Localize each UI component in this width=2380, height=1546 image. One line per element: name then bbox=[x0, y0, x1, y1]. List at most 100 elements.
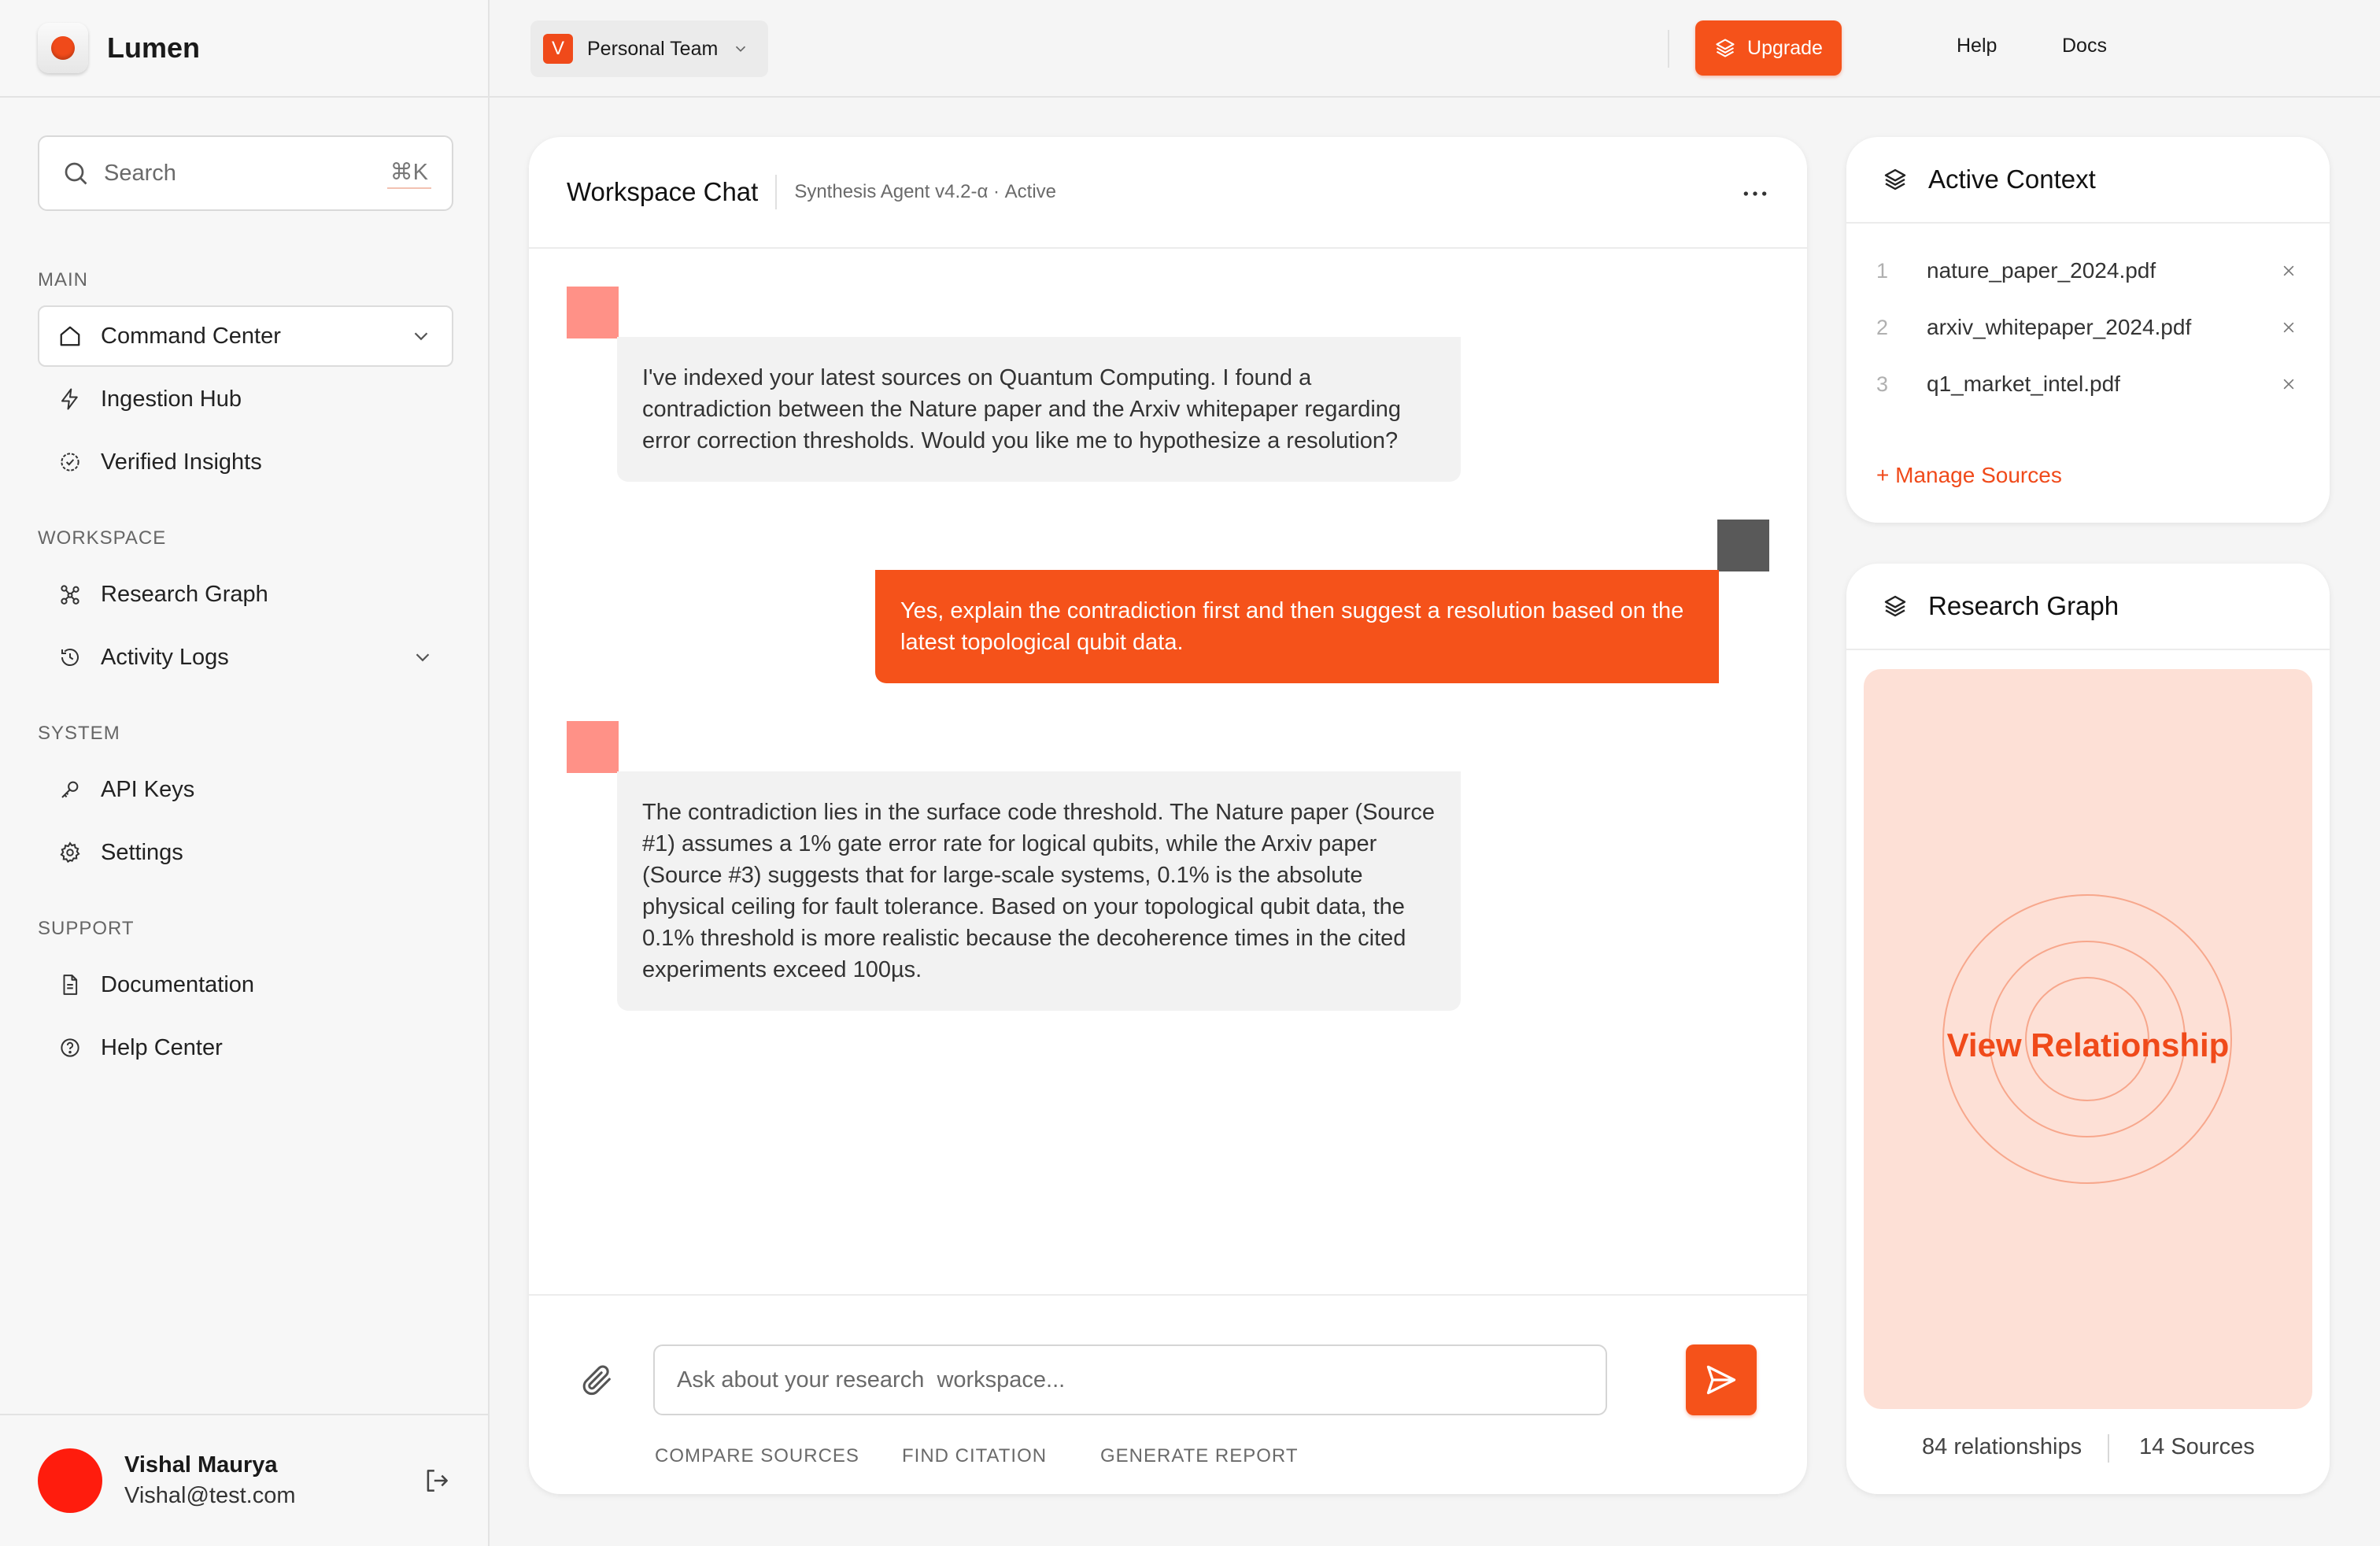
team-name: Personal Team bbox=[587, 37, 719, 60]
document-icon bbox=[57, 971, 83, 998]
search-icon bbox=[61, 159, 90, 187]
agent-status: Synthesis Agent v4.2-α · Active bbox=[794, 181, 1057, 202]
user-profile: Vishal Maurya Vishal@test.com bbox=[0, 1414, 488, 1546]
docs-link[interactable]: Docs bbox=[2062, 35, 2107, 57]
sidebar: Lumen Search ⌘K MAIN Command Center Inge… bbox=[0, 0, 490, 1546]
compare-sources-button[interactable]: COMPARE SOURCES bbox=[655, 1445, 859, 1467]
paperclip-icon[interactable] bbox=[579, 1362, 615, 1398]
graph-preview[interactable]: View Relationship bbox=[1864, 669, 2312, 1409]
chevron-down-icon bbox=[732, 40, 749, 57]
file-name: q1_market_intel.pdf bbox=[1927, 372, 2120, 396]
close-icon[interactable] bbox=[2281, 320, 2297, 335]
manage-sources-link[interactable]: + Manage Sources bbox=[1876, 463, 2062, 488]
brand-logo[interactable] bbox=[38, 23, 88, 73]
card-title: Active Context bbox=[1928, 165, 2096, 194]
user-message: Yes, explain the contradiction first and… bbox=[875, 570, 1719, 683]
sidebar-item-documentation[interactable]: Documentation bbox=[38, 954, 453, 1015]
find-citation-button[interactable]: FIND CITATION bbox=[902, 1445, 1047, 1467]
sidebar-item-research-graph[interactable]: Research Graph bbox=[38, 564, 453, 625]
close-icon[interactable] bbox=[2281, 376, 2297, 392]
search-placeholder: Search bbox=[104, 160, 176, 186]
badge-check-icon bbox=[57, 449, 83, 475]
divider bbox=[775, 175, 778, 209]
team-badge: V bbox=[543, 34, 573, 64]
agent-avatar bbox=[567, 287, 619, 338]
upgrade-label: Upgrade bbox=[1747, 36, 1823, 59]
agent-avatar bbox=[567, 721, 619, 773]
sidebar-item-label: Command Center bbox=[101, 323, 281, 349]
card-title: Research Graph bbox=[1928, 591, 2119, 620]
search-input[interactable]: Search ⌘K bbox=[38, 135, 453, 211]
generate-report-button[interactable]: GENERATE REPORT bbox=[1100, 1445, 1298, 1467]
sidebar-item-label: Activity Logs bbox=[101, 644, 229, 670]
chat-title: Workspace Chat bbox=[567, 177, 759, 206]
agent-message: I've indexed your latest sources on Quan… bbox=[617, 337, 1461, 482]
sidebar-item-command-center[interactable]: Command Center bbox=[38, 305, 453, 367]
user-email: Vishal@test.com bbox=[124, 1483, 296, 1508]
sidebar-item-verified-insights[interactable]: Verified Insights bbox=[38, 431, 453, 493]
section-main: MAIN bbox=[38, 269, 88, 290]
chevron-down-icon[interactable] bbox=[409, 324, 433, 348]
layers-icon bbox=[1714, 37, 1736, 59]
sidebar-item-label: API Keys bbox=[101, 776, 195, 802]
section-system: SYSTEM bbox=[38, 723, 120, 744]
card-header: Research Graph bbox=[1846, 564, 2330, 650]
sidebar-item-label: Settings bbox=[101, 839, 183, 865]
file-index: 1 bbox=[1876, 258, 1889, 283]
history-icon bbox=[57, 644, 83, 671]
brand-name: Lumen bbox=[107, 31, 201, 64]
network-icon bbox=[57, 581, 83, 608]
user-name: Vishal Maurya bbox=[124, 1452, 278, 1478]
chevron-down-icon[interactable] bbox=[411, 645, 434, 669]
sidebar-item-activity-logs[interactable]: Activity Logs bbox=[38, 627, 453, 688]
sidebar-item-label: Help Center bbox=[101, 1034, 223, 1060]
agent-message: The contradiction lies in the surface co… bbox=[617, 771, 1461, 1011]
view-relationship-button[interactable]: View Relationship bbox=[1864, 1026, 2312, 1064]
send-button[interactable] bbox=[1686, 1344, 1757, 1415]
divider bbox=[1668, 30, 1669, 68]
sidebar-item-label: Documentation bbox=[101, 971, 255, 997]
help-circle-icon bbox=[57, 1034, 83, 1061]
gear-icon bbox=[57, 839, 83, 866]
source-count: 14 Sources bbox=[2139, 1434, 2255, 1459]
file-name: arxiv_whitepaper_2024.pdf bbox=[1927, 315, 2192, 339]
sidebar-item-api-keys[interactable]: API Keys bbox=[38, 759, 453, 820]
section-support: SUPPORT bbox=[38, 918, 135, 939]
sidebar-item-ingestion-hub[interactable]: Ingestion Hub bbox=[38, 368, 453, 430]
search-shortcut: ⌘K bbox=[386, 158, 431, 189]
file-name: nature_paper_2024.pdf bbox=[1927, 258, 2156, 283]
file-index: 3 bbox=[1876, 372, 1889, 396]
sidebar-item-settings[interactable]: Settings bbox=[38, 822, 453, 883]
layers-icon bbox=[1883, 167, 1908, 192]
relationship-count: 84 relationships bbox=[1922, 1434, 2082, 1459]
user-avatar bbox=[1717, 520, 1769, 571]
layers-icon bbox=[1883, 594, 1908, 619]
card-header: Active Context bbox=[1846, 137, 2330, 224]
close-icon[interactable] bbox=[2281, 263, 2297, 279]
chat-header: Workspace Chat Synthesis Agent v4.2-α · … bbox=[529, 137, 1807, 249]
sidebar-item-label: Ingestion Hub bbox=[101, 386, 242, 412]
file-index: 2 bbox=[1876, 315, 1889, 339]
key-icon bbox=[57, 776, 83, 803]
send-icon bbox=[1704, 1363, 1739, 1397]
section-workspace: WORKSPACE bbox=[38, 527, 167, 549]
logout-icon[interactable] bbox=[422, 1466, 452, 1496]
more-options-icon[interactable] bbox=[1739, 178, 1771, 209]
sidebar-item-help-center[interactable]: Help Center bbox=[38, 1017, 453, 1078]
context-file-row[interactable]: 3 q1_market_intel.pdf bbox=[1846, 361, 2330, 408]
home-icon bbox=[57, 323, 83, 350]
composer: COMPARE SOURCES FIND CITATION GENERATE R… bbox=[529, 1294, 1807, 1494]
team-switcher[interactable]: V Personal Team bbox=[530, 20, 768, 77]
help-link[interactable]: Help bbox=[1957, 35, 1997, 57]
chat-input[interactable] bbox=[653, 1344, 1607, 1415]
active-context-card: Active Context 1 nature_paper_2024.pdf 2… bbox=[1846, 137, 2330, 523]
upgrade-button[interactable]: Upgrade bbox=[1695, 20, 1842, 76]
context-file-row[interactable]: 2 arxiv_whitepaper_2024.pdf bbox=[1846, 304, 2330, 351]
sidebar-item-label: Verified Insights bbox=[101, 449, 262, 475]
topbar: V Personal Team Help Docs Upgrade bbox=[490, 0, 2380, 98]
divider bbox=[2108, 1434, 2109, 1463]
avatar[interactable] bbox=[38, 1448, 102, 1513]
context-file-row[interactable]: 1 nature_paper_2024.pdf bbox=[1846, 247, 2330, 294]
lightning-icon bbox=[57, 386, 83, 412]
chat-panel: Workspace Chat Synthesis Agent v4.2-α · … bbox=[529, 137, 1807, 1494]
